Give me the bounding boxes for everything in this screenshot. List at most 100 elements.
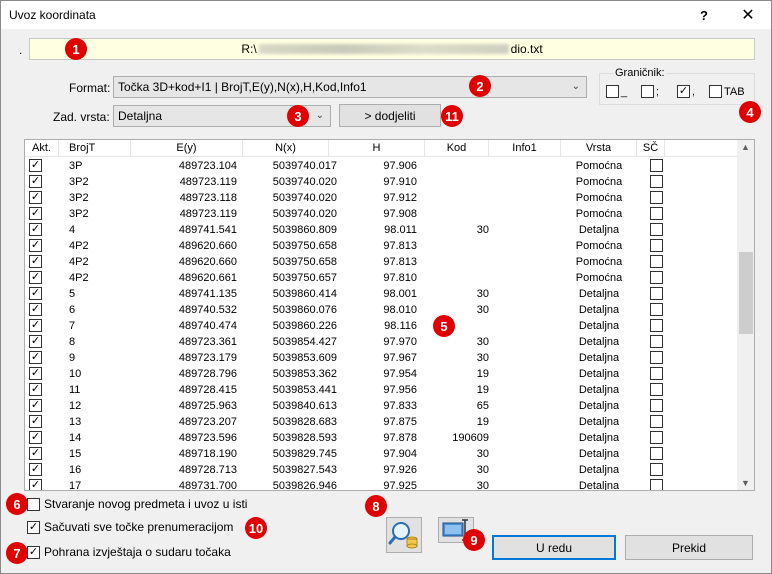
table-row[interactable]: ✓ 17 489731.700 5039826.946 97.925 30 Detaljna (25, 478, 737, 490)
col-vrsta[interactable]: Vrsta (561, 140, 637, 157)
cancel-button[interactable]: Prekid (625, 535, 753, 560)
row-sc-checkbox[interactable] (650, 319, 663, 332)
row-sc-checkbox[interactable] (650, 383, 663, 396)
table-row[interactable]: ✓ 15 489718.190 5039829.745 97.904 30 Detaljna (25, 446, 737, 462)
row-active-checkbox[interactable]: ✓ (29, 303, 42, 316)
row-sc-checkbox[interactable] (650, 415, 663, 428)
row-sc-checkbox[interactable] (650, 367, 663, 380)
row-sc-checkbox[interactable] (650, 463, 663, 476)
table-row[interactable]: ✓ 14 489723.596 5039828.593 97.878 190609 Deta… (25, 430, 737, 446)
row-active-checkbox[interactable]: ✓ (29, 175, 42, 188)
row-sc-checkbox[interactable] (650, 239, 663, 252)
table-row[interactable]: ✓ 13 489723.207 5039828.683 97.875 19 Detaljna (25, 414, 737, 430)
row-sc-checkbox[interactable] (650, 271, 663, 284)
row-sc-checkbox[interactable] (650, 223, 663, 236)
ok-button[interactable]: U redu (492, 535, 616, 560)
separator-tab[interactable]: TAB (709, 85, 745, 98)
row-sc-checkbox[interactable] (650, 303, 663, 316)
checkbox[interactable] (709, 85, 722, 98)
scroll-up-icon[interactable]: ▲ (741, 142, 750, 152)
keep-points-option[interactable]: ✓ Sačuvati sve točke prenumeracijom (27, 520, 233, 534)
separator-comma[interactable]: ✓ , (677, 85, 695, 98)
scroll-down-icon[interactable]: ▼ (741, 478, 750, 488)
row-active-checkbox[interactable]: ✓ (29, 223, 42, 236)
scroll-thumb[interactable] (739, 252, 753, 334)
table-row[interactable]: ✓ 3P2 489723.119 5039740.020 97.910 Pomoćna (25, 174, 737, 190)
col-kod[interactable]: Kod (425, 140, 489, 157)
row-sc-checkbox[interactable] (650, 159, 663, 172)
table-row[interactable]: ✓ 5 489741.135 5039860.414 98.001 30 Detaljna (25, 286, 737, 302)
row-sc-checkbox[interactable] (650, 255, 663, 268)
row-active-checkbox[interactable]: ✓ (29, 287, 42, 300)
row-sc-checkbox[interactable] (650, 287, 663, 300)
row-active-checkbox[interactable]: ✓ (29, 383, 42, 396)
row-sc-checkbox[interactable] (650, 431, 663, 444)
row-sc-checkbox[interactable] (650, 335, 663, 348)
row-active-checkbox[interactable]: ✓ (29, 319, 42, 332)
help-button[interactable]: ? (681, 1, 727, 29)
row-active-checkbox[interactable]: ✓ (29, 399, 42, 412)
checkbox[interactable] (641, 85, 654, 98)
table-row[interactable]: ✓ 4 489741.541 5039860.809 98.011 30 Detaljna (25, 222, 737, 238)
checkbox-checked[interactable]: ✓ (27, 520, 40, 534)
row-sc-checkbox[interactable] (650, 447, 663, 460)
table-row[interactable]: ✓ 7 489740.474 5039860.226 98.116 Detaljna (25, 318, 737, 334)
checkbox-checked[interactable]: ✓ (27, 545, 40, 559)
table-scrollbar[interactable]: ▲ ▼ (737, 140, 754, 490)
row-active-checkbox[interactable]: ✓ (29, 447, 42, 460)
checkbox[interactable] (27, 497, 40, 511)
row-active-checkbox[interactable]: ✓ (29, 255, 42, 268)
table-row[interactable]: ✓ 10 489728.796 5039853.362 97.954 19 Detaljna (25, 366, 737, 382)
col-akt[interactable]: Akt. (25, 140, 59, 157)
row-active-checkbox[interactable]: ✓ (29, 479, 42, 490)
format-select[interactable]: Točka 3D+kod+I1 | BrojT,E(y),N(x),H,Kod,… (113, 76, 587, 98)
table-cell: 3P2 (69, 208, 89, 220)
table-row[interactable]: ✓ 4P2 489620.661 5039750.657 97.810 Pomoćna (25, 270, 737, 286)
row-active-checkbox[interactable]: ✓ (29, 351, 42, 364)
table-row[interactable]: ✓ 3P2 489723.119 5039740.020 97.908 Pomoćna (25, 206, 737, 222)
row-active-checkbox[interactable]: ✓ (29, 415, 42, 428)
row-active-checkbox[interactable]: ✓ (29, 207, 42, 220)
table-row[interactable]: ✓ 16 489728.713 5039827.543 97.926 30 Detaljna (25, 462, 737, 478)
save-report-option[interactable]: ✓ Pohrana izvještaja o sudaru točaka (27, 545, 231, 559)
checkbox-checked[interactable]: ✓ (677, 85, 690, 98)
row-sc-checkbox[interactable] (650, 399, 663, 412)
col-info1[interactable]: Info1 (489, 140, 561, 157)
search-database-button[interactable] (386, 517, 422, 553)
row-active-checkbox[interactable]: ✓ (29, 271, 42, 284)
separator-semicolon[interactable]: ; (641, 85, 659, 98)
row-active-checkbox[interactable]: ✓ (29, 335, 42, 348)
row-sc-checkbox[interactable] (650, 351, 663, 364)
table-row[interactable]: ✓ 9 489723.179 5039853.609 97.967 30 Detaljna (25, 350, 737, 366)
row-sc-checkbox[interactable] (650, 175, 663, 188)
separator-underscore[interactable]: _ (606, 85, 627, 98)
table-row[interactable]: ✓ 6 489740.532 5039860.076 98.010 30 Detaljna (25, 302, 737, 318)
close-button[interactable]: ✕ (725, 1, 771, 29)
row-active-checkbox[interactable]: ✓ (29, 239, 42, 252)
row-active-checkbox[interactable]: ✓ (29, 367, 42, 380)
row-active-checkbox[interactable]: ✓ (29, 159, 42, 172)
row-active-checkbox[interactable]: ✓ (29, 431, 42, 444)
new-subject-option[interactable]: Stvaranje novog predmeta i uvoz u isti (27, 497, 247, 511)
col-h[interactable]: H (329, 140, 425, 157)
row-active-checkbox[interactable]: ✓ (29, 463, 42, 476)
assign-button[interactable]: > dodjeliti (339, 104, 441, 127)
col-sc[interactable]: SČ (637, 140, 665, 157)
row-sc-checkbox[interactable] (650, 191, 663, 204)
row-active-checkbox[interactable]: ✓ (29, 191, 42, 204)
table-row[interactable]: ✓ 11 489728.415 5039853.441 97.956 19 Detaljna (25, 382, 737, 398)
table-cell: 15 (69, 448, 82, 460)
table-row[interactable]: ✓ 12 489725.963 5039840.613 97.833 65 Detaljna (25, 398, 737, 414)
col-brojt[interactable]: BrojT (59, 140, 131, 157)
points-table[interactable]: Akt. BrojT E(y) N(x) H Kod Info1 Vrsta S… (24, 139, 755, 491)
table-row[interactable]: ✓ 4P2 489620.660 5039750.658 97.813 Pomoćna (25, 254, 737, 270)
row-sc-checkbox[interactable] (650, 207, 663, 220)
table-row[interactable]: ✓ 4P2 489620.660 5039750.658 97.813 Pomoćna (25, 238, 737, 254)
row-sc-checkbox[interactable] (650, 479, 663, 490)
table-row[interactable]: ✓ 8 489723.361 5039854.427 97.970 30 Detaljna (25, 334, 737, 350)
col-nx[interactable]: N(x) (243, 140, 329, 157)
table-row[interactable]: ✓ 3P 489723.104 5039740.017 97.906 Pomoćna (25, 158, 737, 174)
checkbox[interactable] (606, 85, 619, 98)
table-row[interactable]: ✓ 3P2 489723.118 5039740.020 97.912 Pomoćna (25, 190, 737, 206)
col-ey[interactable]: E(y) (131, 140, 243, 157)
